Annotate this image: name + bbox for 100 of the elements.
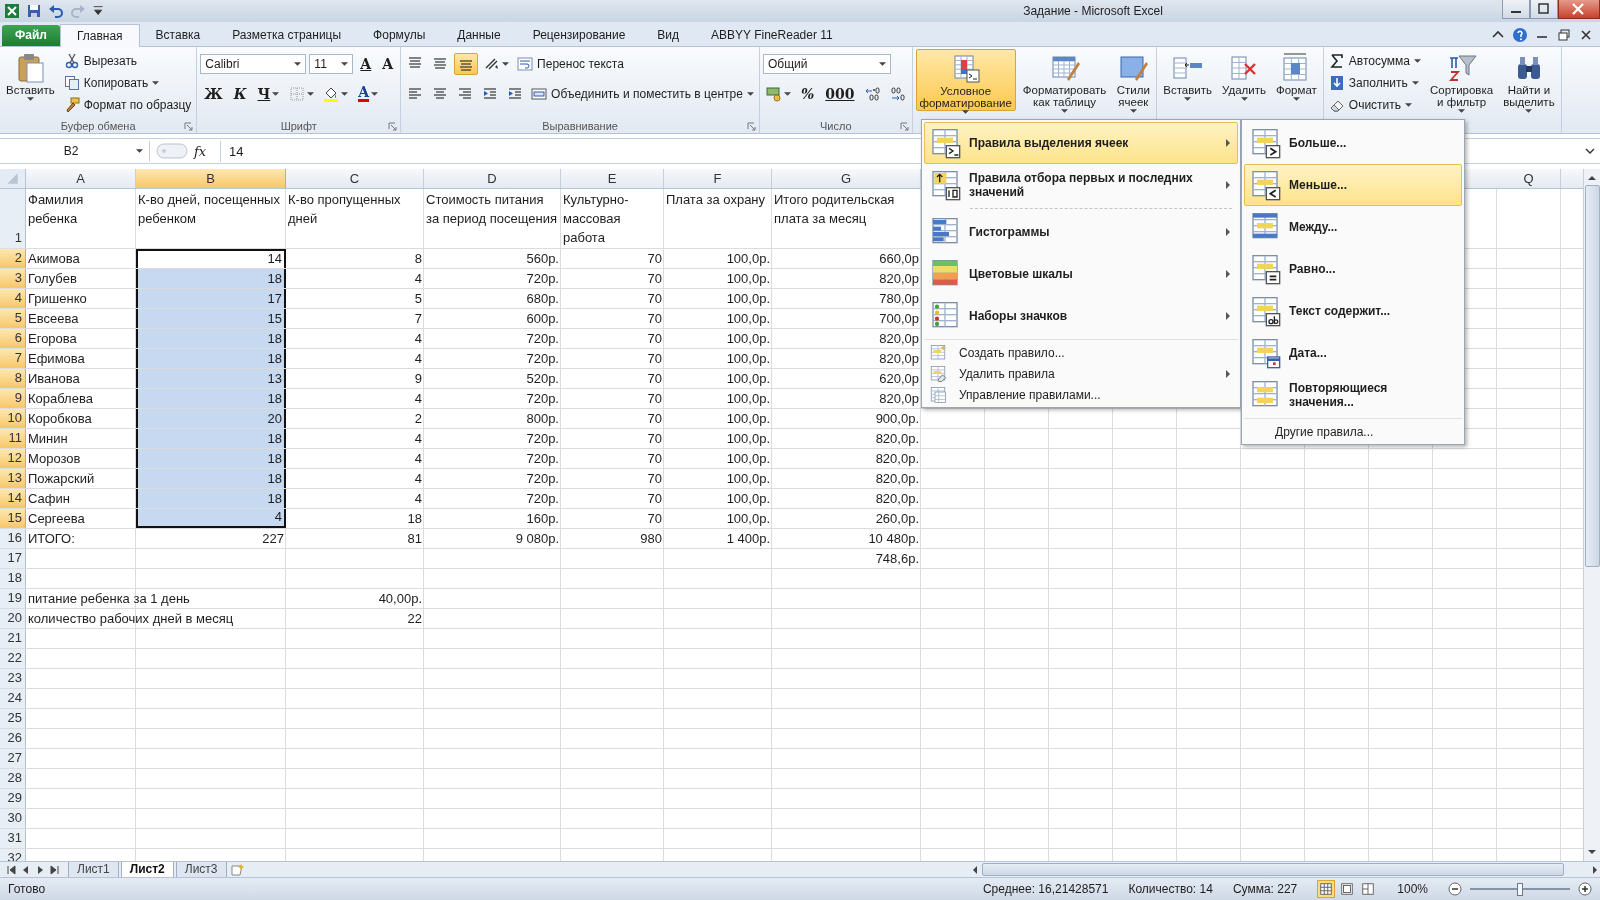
table-cell[interactable]: 70 <box>561 369 664 389</box>
table-cell[interactable]: 70 <box>561 289 664 309</box>
minimize-icon[interactable] <box>1502 0 1530 19</box>
table-cell[interactable]: 9 080р. <box>424 529 561 549</box>
name-box[interactable]: B2 <box>0 140 150 162</box>
row-header[interactable]: 2 <box>0 249 26 269</box>
tab[interactable]: Главная <box>59 23 140 47</box>
table-cell[interactable]: 900,0р. <box>772 409 921 429</box>
tab[interactable]: Рецензирование <box>516 24 642 46</box>
table-cell[interactable]: 100,0р. <box>664 329 772 349</box>
ribbon-button[interactable]: Формат по образцу <box>61 94 194 115</box>
table-cell[interactable]: 18 <box>136 449 286 469</box>
sheet-tab[interactable]: Лист2 <box>120 861 174 878</box>
ribbon-button[interactable]: Формат <box>1272 48 1320 111</box>
table-cell[interactable]: 100,0р. <box>664 249 772 269</box>
last-sheet-icon[interactable] <box>48 863 60 876</box>
table-cell[interactable]: 4 <box>286 469 424 489</box>
table-cell[interactable]: 820,0р <box>772 389 921 409</box>
table-cell[interactable]: 100,0р. <box>664 309 772 329</box>
table-cell[interactable]: Коробкова <box>26 409 136 429</box>
table-cell[interactable]: 4 <box>136 509 286 529</box>
first-sheet-icon[interactable] <box>6 863 18 876</box>
table-cell[interactable]: 100,0р. <box>664 509 772 529</box>
table-cell[interactable]: ИТОГО: <box>26 529 136 549</box>
scroll-thumb[interactable] <box>1584 185 1600 568</box>
menu-item[interactable]: Цветовые шкалы <box>924 253 1238 295</box>
menu-item[interactable]: Правила отбора первых и последних значений <box>924 164 1238 206</box>
table-cell[interactable]: К-во дней, посещенных ребенком <box>136 189 286 249</box>
ribbon-button[interactable]: Удалить <box>1219 48 1269 111</box>
table-cell[interactable]: К-во пропущенных дней <box>286 189 424 249</box>
view-button[interactable] <box>1317 880 1336 899</box>
table-cell[interactable]: Пожарский <box>26 469 136 489</box>
table-cell[interactable]: 1 400р. <box>664 529 772 549</box>
table-cell[interactable]: 100,0р. <box>664 409 772 429</box>
table-cell[interactable]: 70 <box>561 489 664 509</box>
row-header[interactable]: 16 <box>0 529 26 549</box>
ribbon-button[interactable]: Найти и выделить <box>1500 48 1558 111</box>
table-cell[interactable]: 560р. <box>424 249 561 269</box>
dropdown-field[interactable]: Calibri <box>200 53 307 74</box>
table-cell[interactable]: 17 <box>136 289 286 309</box>
row-header[interactable]: 13 <box>0 469 26 489</box>
maximize-icon[interactable] <box>1530 0 1558 19</box>
table-cell[interactable]: 18 <box>286 509 424 529</box>
table-cell[interactable]: 18 <box>136 469 286 489</box>
table-cell[interactable]: 8 <box>286 249 424 269</box>
table-cell[interactable]: 820,0р. <box>772 469 921 489</box>
ribbon-button[interactable]: Копировать <box>61 72 162 93</box>
menu-item[interactable]: Дата... <box>1244 332 1462 374</box>
table-cell[interactable]: 9 <box>286 369 424 389</box>
table-cell[interactable]: 720р. <box>424 449 561 469</box>
ribbon-button[interactable]: Перенос текста <box>515 53 626 74</box>
table-cell[interactable]: 820,0р. <box>772 449 921 469</box>
table-cell[interactable]: 100,0р. <box>664 469 772 489</box>
row-header[interactable]: 12 <box>0 449 26 469</box>
table-cell[interactable]: 800р. <box>424 409 561 429</box>
menu-item[interactable]: Другие правила... <box>1244 421 1462 442</box>
table-cell[interactable]: 820,0р. <box>772 429 921 449</box>
table-cell[interactable]: 720р. <box>424 469 561 489</box>
table-cell[interactable]: 81 <box>286 529 424 549</box>
table-cell[interactable]: 700,0р <box>772 309 921 329</box>
table-cell[interactable]: 40,00р. <box>286 589 424 609</box>
table-cell[interactable]: 100,0р. <box>664 429 772 449</box>
table-cell[interactable]: 520р. <box>424 369 561 389</box>
table-cell[interactable]: 4 <box>286 329 424 349</box>
table-cell[interactable]: питание ребенка за 1 день <box>26 589 286 609</box>
table-cell[interactable]: 720р. <box>424 389 561 409</box>
table-cell[interactable]: 820,0р. <box>772 489 921 509</box>
format-button[interactable]: A <box>356 52 376 75</box>
table-cell[interactable]: 18 <box>136 329 286 349</box>
menu-item[interactable]: Правила выделения ячеек <box>924 122 1238 164</box>
table-cell[interactable]: 18 <box>136 269 286 289</box>
table-cell[interactable]: 7 <box>286 309 424 329</box>
table-cell[interactable]: Сергеева <box>26 509 136 529</box>
format-button[interactable]: Ч <box>253 82 284 105</box>
table-cell[interactable]: 4 <box>286 449 424 469</box>
table-cell[interactable]: количество рабочих дней в месяц <box>26 609 286 629</box>
slider-thumb[interactable] <box>1517 882 1523 896</box>
table-cell[interactable]: 18 <box>136 429 286 449</box>
dialog-launcher-icon[interactable] <box>388 121 398 131</box>
table-cell[interactable]: 720р. <box>424 489 561 509</box>
ribbon-button[interactable]: Автосумма <box>1326 50 1423 71</box>
table-cell[interactable]: Культурно-массовая работа <box>561 189 664 249</box>
menu-item[interactable]: Текст содержит... <box>1244 290 1462 332</box>
table-cell[interactable]: 100,0р. <box>664 489 772 509</box>
table-cell[interactable]: 820,0р <box>772 329 921 349</box>
table-cell[interactable]: 4 <box>286 349 424 369</box>
tab[interactable]: Вставка <box>139 24 217 46</box>
table-cell[interactable]: 620,0р <box>772 369 921 389</box>
table-cell[interactable]: Плата за охрану <box>664 189 772 249</box>
ribbon-button[interactable]: Сортировка и фильтр <box>1427 48 1497 111</box>
table-cell[interactable]: 22 <box>286 609 424 629</box>
table-cell[interactable]: 4 <box>286 269 424 289</box>
table-cell[interactable]: 20 <box>136 409 286 429</box>
table-cell[interactable]: 70 <box>561 329 664 349</box>
table-cell[interactable]: Акимова <box>26 249 136 269</box>
row-header[interactable]: 11 <box>0 429 26 449</box>
row-header[interactable]: 26 <box>0 729 26 749</box>
customize-toolbar-icon[interactable] <box>92 4 106 18</box>
table-cell[interactable]: Гришенко <box>26 289 136 309</box>
table-cell[interactable]: Кораблева <box>26 389 136 409</box>
